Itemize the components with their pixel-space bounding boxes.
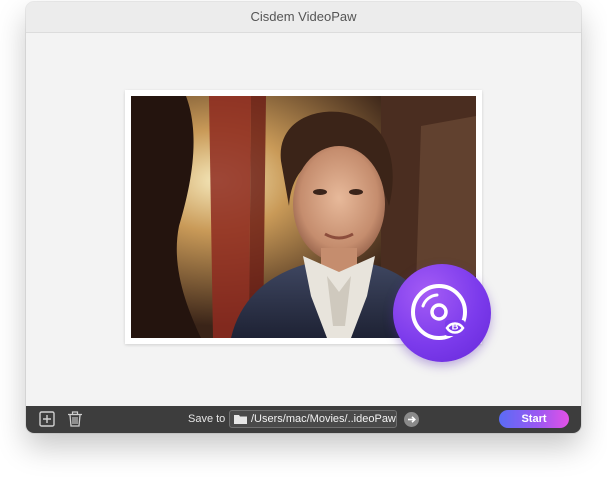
app-window: Cisdem VideoPaw ᴮ Save to /Users/mac/Mov… (26, 2, 581, 433)
plus-square-icon (39, 411, 55, 427)
folder-icon (234, 415, 247, 424)
title-bar: Cisdem VideoPaw (26, 2, 581, 33)
save-path-field[interactable]: /Users/mac/Movies/..ideoPaw (229, 410, 397, 428)
delete-button[interactable] (66, 410, 84, 428)
disc-badge: ᴮ (393, 264, 491, 362)
window-title: Cisdem VideoPaw (250, 9, 357, 24)
save-path-text: /Users/mac/Movies/..ideoPaw (251, 413, 396, 425)
bottom-toolbar: Save to /Users/mac/Movies/..ideoPaw Star… (26, 406, 581, 433)
open-folder-button[interactable] (404, 412, 419, 427)
trash-icon (68, 411, 82, 427)
arrow-right-circle-icon (408, 416, 416, 423)
disc-icon: ᴮ (411, 284, 467, 340)
add-file-button[interactable] (38, 410, 56, 428)
main-content: ᴮ (26, 33, 581, 406)
save-to-label: Save to (188, 413, 226, 425)
start-button[interactable]: Start (499, 410, 569, 428)
